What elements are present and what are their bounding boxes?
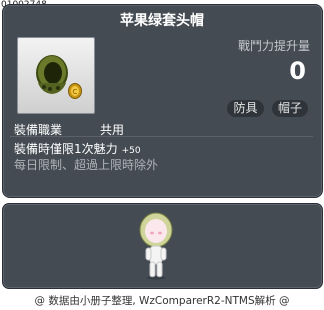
character-preview	[139, 212, 173, 280]
divider	[10, 136, 313, 137]
category-tag-hat: 帽子	[272, 100, 308, 117]
item-icon-frame: C	[17, 37, 95, 114]
combat-power-value: 0	[289, 57, 306, 85]
effect-line: 裝備時僅限1次魅力 +50	[14, 140, 141, 157]
category-tag-armor: 防具	[227, 100, 264, 117]
gold-coin-icon: C	[68, 83, 82, 99]
effect-value: +50	[121, 146, 141, 156]
green-hood-helmet-icon	[36, 55, 68, 94]
combat-power-label: 戰鬥力提升量	[237, 39, 310, 53]
effect-text: 裝備時僅限1次魅力	[14, 142, 118, 156]
footer-credit: @ 数据由小册子整理, WzComparerR2-NTMS解析 @	[34, 295, 290, 307]
limit-text: 每日限制、超過上限時除外	[14, 158, 159, 172]
item-title: 苹果绿套头帽	[120, 13, 204, 29]
svg-text:C: C	[73, 88, 78, 96]
